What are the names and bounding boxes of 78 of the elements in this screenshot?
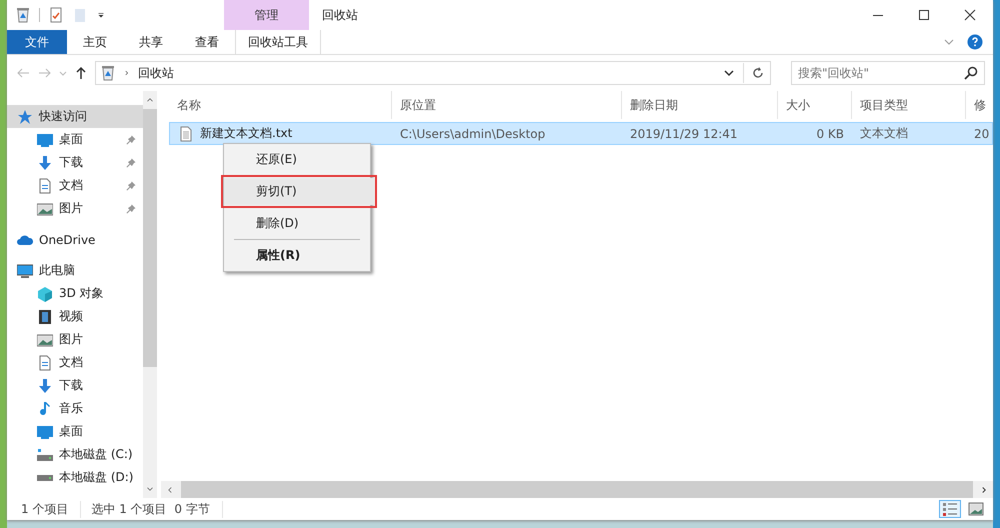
film-icon [37, 308, 53, 324]
sidebar-item[interactable]: 本地磁盘 (D:) [7, 466, 143, 489]
document-icon [37, 178, 53, 194]
text-file-icon [178, 126, 194, 142]
column-header[interactable]: 修 [965, 91, 993, 119]
sidebar-item[interactable]: 桌面 [7, 128, 143, 151]
column-header[interactable]: 名称 [169, 91, 391, 119]
recent-locations-icon [59, 70, 67, 76]
music-note-icon [37, 400, 53, 416]
column-header[interactable]: 大小 [777, 91, 851, 119]
monitor-icon [37, 424, 53, 440]
download-icon [37, 378, 53, 394]
sidebar-item[interactable]: 3D 对象 [7, 282, 143, 305]
column-header[interactable]: 删除日期 [621, 91, 777, 119]
file-menu-tab[interactable]: 文件 [7, 30, 67, 54]
drive-icon [37, 474, 53, 480]
pin-icon [125, 180, 137, 192]
column-header[interactable]: 项目类型 [851, 91, 965, 119]
drive-icon [37, 446, 53, 462]
sidebar-item[interactable]: 图片 [7, 328, 143, 351]
column-header[interactable]: 原位置 [391, 91, 621, 119]
help-icon [967, 34, 983, 50]
sidebar-item[interactable]: 音乐 [7, 397, 143, 420]
pin-icon [125, 156, 137, 168]
minimize-icon [873, 14, 883, 16]
table-cell: 文本文档 [860, 125, 908, 142]
sidebar-item[interactable]: 视频 [7, 305, 143, 328]
recycle-bin-icon [15, 7, 31, 23]
table-cell: 新建文本文档.txt [200, 125, 292, 142]
ribbon-tab[interactable]: 查看 [179, 30, 235, 54]
context-tab-header: 管理 [254, 6, 278, 24]
vertical-scrollbar[interactable] [143, 91, 157, 498]
ribbon-tab[interactable]: 共享 [123, 30, 179, 54]
sidebar-item[interactable]: 文档 [7, 174, 143, 197]
thumbnail-image-icon [968, 501, 984, 517]
details-list-icon [942, 501, 958, 517]
search-field[interactable]: 搜索"回收站" [791, 61, 985, 85]
horizontal-scrollbar[interactable] [161, 481, 993, 498]
search-icon [963, 65, 979, 81]
sidebar-item[interactable]: 桌面 [7, 420, 143, 443]
download-icon [37, 154, 53, 170]
status-text: 选中 1 个项目 0 字节 [91, 500, 223, 518]
pin-icon [125, 134, 137, 146]
address-bar[interactable]: 回收站 [95, 61, 771, 85]
sidebar-item[interactable]: 本地磁盘 (C:) [7, 443, 143, 466]
sidebar-item[interactable]: 图片 [7, 197, 143, 220]
monitor-icon [37, 132, 53, 148]
properties-icon [48, 7, 64, 23]
maximize-icon [916, 7, 932, 23]
file-row[interactable]: 新建文本文档.txt C:\Users\admin\Desktop 2019/11/29 12:41 0 KB 文本文档 20 [169, 122, 993, 145]
table-cell: 0 KB [816, 126, 844, 140]
ribbon-tab[interactable]: 回收站工具 [235, 30, 321, 54]
table-cell: 20 [974, 126, 990, 140]
recycle-bin-icon [100, 65, 116, 81]
sidebar-item[interactable]: 快速访问 [7, 105, 143, 128]
pin-icon [125, 202, 137, 214]
sidebar-item[interactable]: 下载 [7, 374, 143, 397]
window-title: 回收站 [322, 6, 358, 24]
image-icon [37, 200, 53, 216]
sidebar-item[interactable]: 下载 [7, 151, 143, 174]
ribbon-tab[interactable]: 主页 [67, 30, 123, 54]
menu-item[interactable]: 删除(D) [224, 210, 370, 237]
close-icon [962, 7, 978, 23]
image-icon [37, 332, 53, 348]
details-view-button[interactable] [939, 500, 961, 518]
computer-icon [17, 262, 33, 278]
sidebar-item[interactable]: OneDrive [7, 228, 143, 251]
table-cell: 2019/11/29 12:41 [630, 126, 738, 140]
status-text: 1 个项目 [21, 500, 82, 518]
sidebar-item[interactable]: 此电脑 [7, 259, 143, 282]
menu-item[interactable]: 剪切(T) [224, 178, 374, 205]
menu-item[interactable]: 还原(E) [224, 146, 370, 173]
sidebar-item[interactable]: 文档 [7, 351, 143, 374]
cube-icon [37, 286, 53, 302]
menu-item[interactable]: 属性(R) [224, 242, 370, 269]
table-cell: C:\Users\admin\Desktop [400, 126, 546, 140]
star-icon [17, 108, 33, 124]
document-icon [37, 354, 53, 370]
